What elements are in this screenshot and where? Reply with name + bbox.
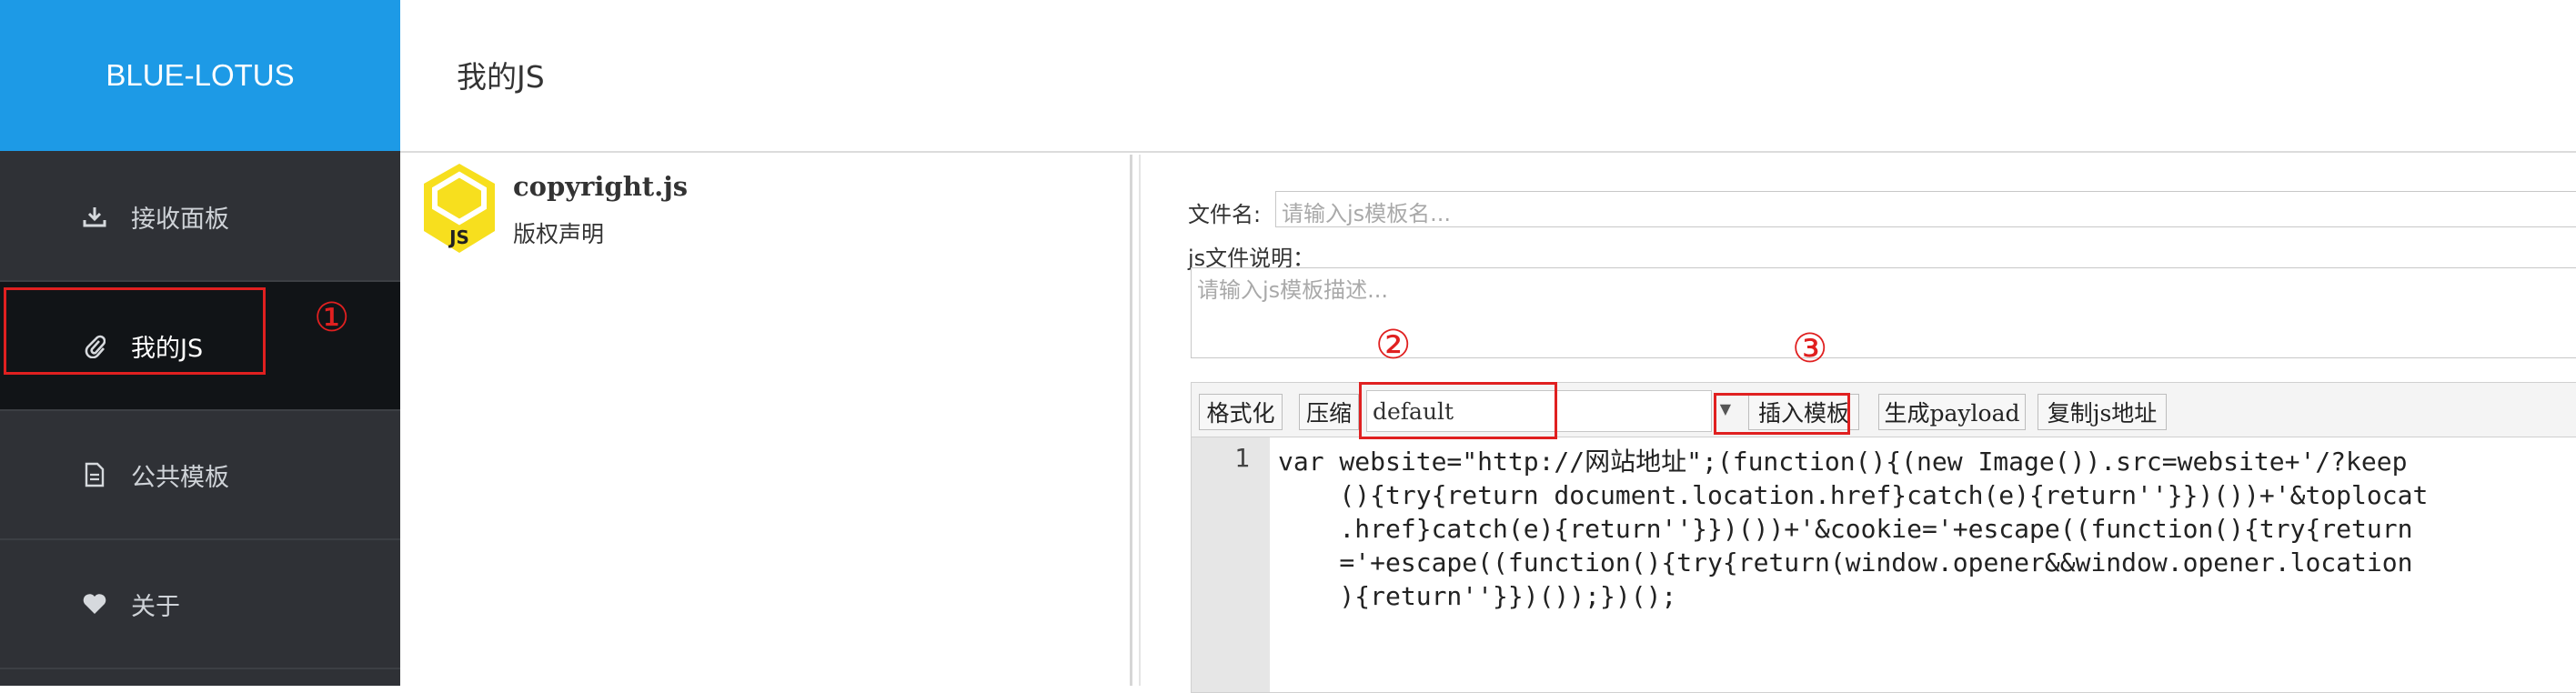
generate-payload-button[interactable]: 生成payload <box>1878 394 2026 430</box>
sidebar-item-public-templates[interactable]: 公共模板 <box>0 411 400 540</box>
list-item[interactable]: JS copyright.js 版权声明 <box>402 155 1130 264</box>
line-number: 1 <box>1234 443 1250 473</box>
sidebar-item-label: 关于 <box>131 592 180 621</box>
copy-js-url-button[interactable]: 复制js地址 <box>2038 394 2167 430</box>
filename-input[interactable]: 请输入js模板名... <box>1275 191 2576 227</box>
file-description: 版权声明 <box>513 221 605 247</box>
code-line: ='+escape((function(){try{return(window.… <box>1278 547 2413 578</box>
sidebar-item-receive-panel[interactable]: 接收面板 <box>0 153 400 282</box>
sidebar-item-label: 公共模板 <box>131 463 229 492</box>
code-line: .href}catch(e){return''}})())+'&cookie='… <box>1278 514 2413 544</box>
editor-panel: 文件名: 请输入js模板名... js文件说明： 请输入js模板描述... 格式… <box>1139 155 2576 693</box>
annotation-number-2: ② <box>1375 322 1412 368</box>
code-line: ){return''}})());})(); <box>1278 581 1677 611</box>
code-editor[interactable]: 1 var website="http://网站地址";(function(){… <box>1191 437 2576 693</box>
heart-icon <box>76 593 113 615</box>
file-list: JS copyright.js 版权声明 <box>402 155 1132 686</box>
js-file-icon: JS <box>424 164 495 253</box>
document-icon <box>76 462 113 487</box>
file-name[interactable]: copyright.js <box>513 171 688 202</box>
sidebar-item-label: 接收面板 <box>131 205 229 234</box>
code-line: (){try{return document.location.href}cat… <box>1278 480 2429 510</box>
compress-button[interactable]: 压缩 <box>1299 394 1359 430</box>
annotation-box-1 <box>4 287 266 375</box>
filename-label: 文件名: <box>1188 202 1262 227</box>
brand-logo[interactable]: BLUE-LOTUS <box>0 0 400 151</box>
page-header: 我的JS <box>400 0 2576 153</box>
format-button[interactable]: 格式化 <box>1199 394 1283 430</box>
annotation-box-3 <box>1714 393 1850 435</box>
js-badge-label: JS <box>448 226 469 248</box>
page-title: 我的JS <box>457 59 545 95</box>
line-gutter: 1 <box>1192 437 1270 692</box>
code-content[interactable]: var website="http://网站地址";(function(){(n… <box>1278 445 2428 613</box>
code-line: var website="http://网站地址";(function(){(n… <box>1278 447 2408 477</box>
annotation-number-3: ③ <box>1792 326 1828 372</box>
annotation-box-2 <box>1359 382 1557 439</box>
sidebar-item-about[interactable]: 关于 <box>0 540 400 669</box>
download-icon <box>76 206 113 227</box>
annotation-number-1: ① <box>314 295 350 341</box>
